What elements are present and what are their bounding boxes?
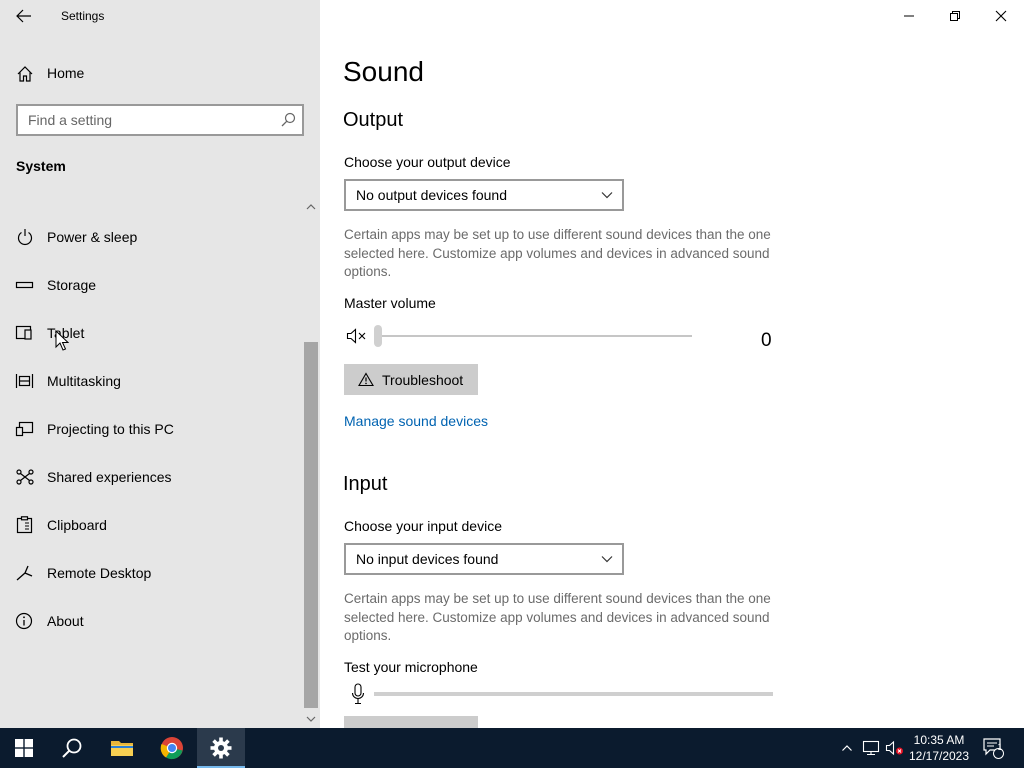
speaker-muted-icon[interactable] — [346, 327, 368, 345]
master-volume-track[interactable] — [376, 335, 692, 337]
output-description: Certain apps may be set up to use differ… — [344, 227, 771, 279]
chrome-icon — [160, 737, 183, 760]
start-icon — [15, 739, 33, 757]
back-arrow-icon — [16, 9, 31, 23]
home-label: Home — [47, 65, 85, 81]
clock-time: 10:35 AM — [913, 733, 965, 747]
page-title: Sound — [343, 56, 424, 87]
file-explorer-icon — [111, 741, 133, 756]
output-heading: Output — [343, 109, 404, 131]
scroll-down-icon[interactable] — [305, 712, 317, 726]
app-title: Settings — [61, 9, 105, 23]
search-box[interactable] — [16, 104, 304, 136]
sidebar-item-storage[interactable]: Storage — [0, 261, 300, 309]
sidebar: Settings Home System Power & sleep Stora… — [0, 0, 320, 728]
sidebar-item-label: Power & sleep — [47, 229, 138, 245]
partially-visible-button[interactable] — [344, 716, 478, 728]
multitasking-icon — [15, 374, 34, 388]
projecting-icon — [15, 421, 34, 437]
nav-home[interactable]: Home — [0, 56, 320, 90]
clipboard-icon — [16, 516, 33, 534]
taskbar: 1 — [0, 728, 1024, 768]
taskbar-chrome[interactable] — [148, 728, 196, 768]
output-device-dropdown[interactable]: No output devices found — [344, 179, 624, 211]
home-icon — [17, 66, 33, 82]
section-title: System — [16, 158, 66, 174]
microphone-icon — [351, 683, 365, 705]
chevron-up-icon — [842, 745, 852, 751]
sidebar-item-label: Clipboard — [47, 517, 107, 533]
titlebar-left: Settings — [0, 0, 320, 32]
settings-icon — [210, 737, 232, 759]
start-button[interactable] — [0, 728, 48, 768]
search-icon — [62, 738, 82, 758]
volume-muted-icon — [885, 740, 903, 756]
info-icon — [15, 612, 33, 630]
troubleshoot-label: Troubleshoot — [382, 372, 464, 388]
scroll-up-icon[interactable] — [305, 200, 317, 214]
mouse-cursor-icon — [55, 330, 69, 351]
sidebar-scrollbar-thumb[interactable] — [304, 342, 318, 708]
chevron-down-icon — [601, 556, 613, 563]
sidebar-item-shared-experiences[interactable]: Shared experiences — [0, 453, 300, 501]
sidebar-item-clipboard[interactable]: Clipboard — [0, 501, 300, 549]
sidebar-item-remote-desktop[interactable]: Remote Desktop — [0, 549, 300, 597]
sidebar-item-power-sleep[interactable]: Power & sleep — [0, 213, 300, 261]
sidebar-item-multitasking[interactable]: Multitasking — [0, 357, 300, 405]
input-device-dropdown[interactable]: No input devices found — [344, 543, 624, 575]
volume-tray-button[interactable] — [884, 728, 906, 768]
taskbar-search-button[interactable] — [48, 728, 96, 768]
taskbar-clock[interactable]: 10:35 AM 12/17/2023 — [904, 732, 974, 764]
taskbar-file-explorer[interactable] — [98, 728, 146, 768]
tablet-icon — [15, 325, 32, 340]
back-button[interactable] — [12, 5, 36, 27]
shared-experiences-icon — [16, 469, 34, 485]
input-description: Certain apps may be set up to use differ… — [344, 591, 771, 643]
sidebar-item-label: About — [47, 613, 84, 629]
main-content: Sound Output Choose your output device N… — [320, 0, 1024, 728]
chevron-down-icon — [601, 192, 613, 199]
storage-icon — [15, 281, 34, 289]
master-volume-value: 0 — [761, 330, 772, 351]
power-icon — [17, 229, 33, 246]
taskbar-settings[interactable] — [197, 728, 245, 768]
master-volume-label: Master volume — [344, 295, 436, 311]
input-heading: Input — [343, 473, 388, 495]
search-icon[interactable] — [280, 112, 296, 128]
microphone-level-bar — [374, 692, 773, 696]
sidebar-item-about[interactable]: About — [0, 597, 300, 645]
sidebar-item-label: Remote Desktop — [47, 565, 152, 581]
sidebar-item-tablet[interactable]: Tablet — [0, 309, 300, 357]
troubleshoot-button[interactable]: Troubleshoot — [344, 364, 478, 395]
master-volume-slider[interactable] — [374, 325, 382, 347]
notification-count: 1 — [997, 742, 1003, 752]
nav-list: Power & sleep Storage Tablet Multitaskin… — [0, 213, 300, 645]
sidebar-item-label: Shared experiences — [47, 469, 172, 485]
test-microphone-label: Test your microphone — [344, 659, 478, 675]
input-device-value: No input devices found — [356, 551, 499, 567]
sidebar-item-label: Multitasking — [47, 373, 121, 389]
clock-date: 12/17/2023 — [908, 749, 970, 763]
manage-sound-devices-link[interactable]: Manage sound devices — [344, 413, 488, 429]
show-hidden-icons-button[interactable] — [838, 728, 856, 768]
output-device-value: No output devices found — [356, 187, 507, 203]
sidebar-item-projecting[interactable]: Projecting to this PC — [0, 405, 300, 453]
search-input[interactable] — [28, 111, 273, 129]
sidebar-item-label: Projecting to this PC — [47, 421, 174, 437]
network-icon — [862, 740, 880, 756]
remote-desktop-icon — [16, 565, 33, 581]
output-device-label: Choose your output device — [344, 154, 511, 170]
input-device-label: Choose your input device — [344, 518, 502, 534]
sidebar-item-label: Storage — [47, 277, 97, 293]
notifications-button[interactable]: 1 — [980, 728, 1006, 768]
network-tray-button[interactable] — [860, 728, 882, 768]
warning-icon — [358, 372, 374, 387]
